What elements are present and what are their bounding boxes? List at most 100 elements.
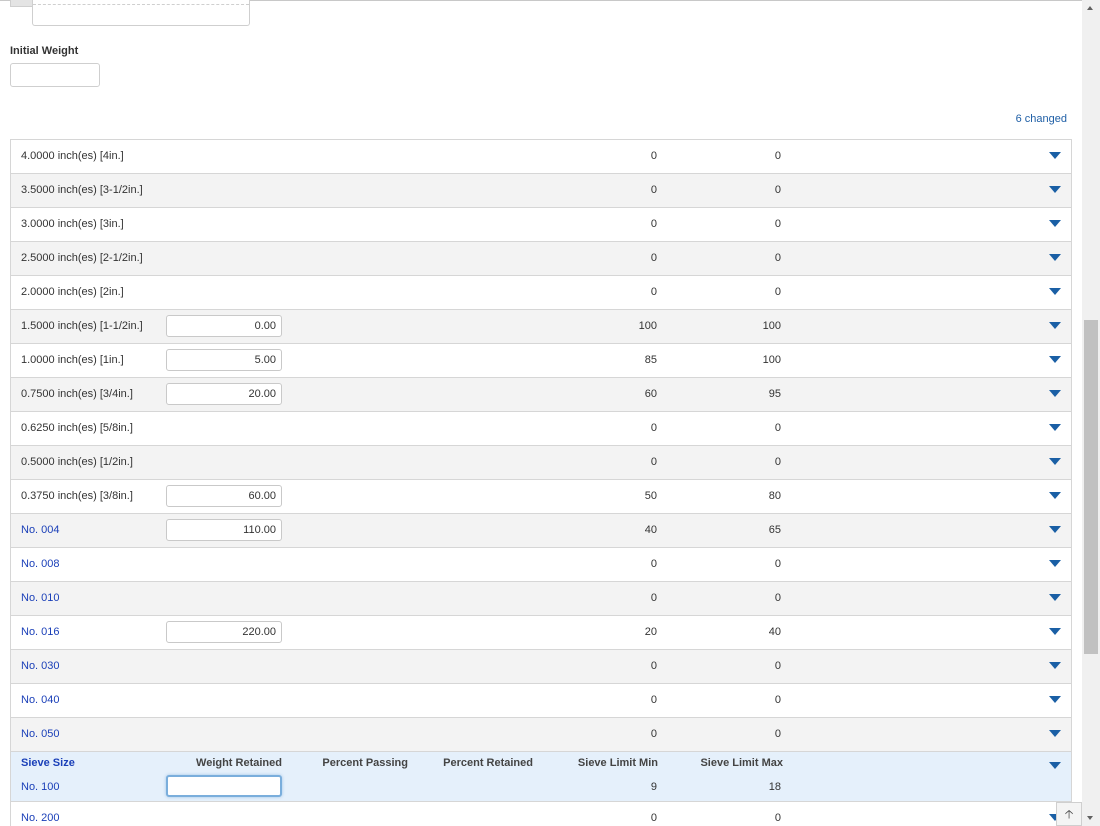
sieve-limit-max: 80: [768, 490, 781, 502]
table-row: 3.0000 inch(es) [3in.] 0 0: [11, 208, 1071, 242]
sieve-limit-max: 0: [774, 218, 781, 230]
caret-down-icon[interactable]: [1049, 762, 1061, 769]
table-row: No. 040 0 0: [11, 684, 1071, 718]
caret-down-icon[interactable]: [1049, 322, 1061, 329]
sieve-limit-max: 0: [774, 660, 781, 672]
header-sieve-size: Sieve Size: [21, 757, 75, 769]
sieve-limit-min: 60: [644, 388, 657, 400]
sieve-limit-min: 0: [650, 252, 657, 264]
caret-down-icon[interactable]: [1049, 288, 1061, 295]
sieve-limit-max: 0: [774, 252, 781, 264]
table-row: 0.3750 inch(es) [3/8in.] 60.00 50 80: [11, 480, 1071, 514]
sieve-size-label[interactable]: No. 050: [21, 728, 60, 740]
previous-field[interactable]: [32, 0, 250, 26]
changed-count: 6 changed: [1015, 113, 1067, 125]
sieve-limit-min: 0: [650, 558, 657, 570]
table-row: No. 050 0 0: [11, 718, 1071, 752]
back-to-top-button[interactable]: 🡡: [1056, 802, 1082, 826]
sieve-limit-min: 0: [650, 728, 657, 740]
sieve-limit-max: 18: [768, 781, 781, 793]
initial-weight-label: Initial Weight: [10, 45, 79, 57]
sieve-size-label[interactable]: No. 100: [21, 781, 60, 793]
scroll-down-arrow-icon[interactable]: [1087, 816, 1093, 820]
sieve-size-label: 0.7500 inch(es) [3/4in.]: [21, 388, 133, 400]
table-row: No. 004 110.00 40 65: [11, 514, 1071, 548]
sieve-limit-max: 0: [774, 694, 781, 706]
caret-down-icon[interactable]: [1049, 492, 1061, 499]
sieve-limit-max: 0: [774, 558, 781, 570]
caret-down-icon[interactable]: [1049, 390, 1061, 397]
sieve-limit-min: 85: [644, 354, 657, 366]
caret-down-icon[interactable]: [1049, 356, 1061, 363]
sieve-size-label[interactable]: No. 200: [21, 812, 60, 824]
sieve-limit-max: 100: [762, 354, 781, 366]
sieve-limit-max: 0: [774, 184, 781, 196]
sieve-limit-min: 50: [644, 490, 657, 502]
sieve-limit-max: 0: [774, 592, 781, 604]
sieve-limit-min: 100: [638, 320, 657, 332]
caret-down-icon[interactable]: [1049, 628, 1061, 635]
sieve-size-label: 0.6250 inch(es) [5/8in.]: [21, 422, 133, 434]
scroll-thumb[interactable]: [1084, 320, 1098, 654]
sieve-limit-min: 40: [644, 524, 657, 536]
sieve-size-label: 2.5000 inch(es) [2-1/2in.]: [21, 252, 143, 264]
caret-down-icon[interactable]: [1049, 254, 1061, 261]
weight-retained-input[interactable]: 60.00: [166, 485, 282, 507]
header-weight-retained: Weight Retained: [196, 757, 282, 769]
initial-weight-input[interactable]: [10, 63, 100, 87]
caret-down-icon[interactable]: [1049, 424, 1061, 431]
sieve-limit-min: 0: [650, 660, 657, 672]
table-row: 1.5000 inch(es) [1-1/2in.] 0.00 100 100: [11, 310, 1071, 344]
table-row: 4.0000 inch(es) [4in.] 0 0: [11, 140, 1071, 174]
table-row: No. 030 0 0: [11, 650, 1071, 684]
weight-retained-input[interactable]: 20.00: [166, 383, 282, 405]
table-row: 0.7500 inch(es) [3/4in.] 20.00 60 95: [11, 378, 1071, 412]
sieve-limit-max: 0: [774, 728, 781, 740]
sieve-size-label[interactable]: No. 040: [21, 694, 60, 706]
sieve-size-label: 1.0000 inch(es) [1in.]: [21, 354, 124, 366]
sieve-limit-min: 20: [644, 626, 657, 638]
table-row: No. 008 0 0: [11, 548, 1071, 582]
sieve-limit-max: 0: [774, 286, 781, 298]
caret-down-icon[interactable]: [1049, 186, 1061, 193]
caret-down-icon[interactable]: [1049, 560, 1061, 567]
sieve-limit-min: 0: [650, 184, 657, 196]
table-row: No. 010 0 0: [11, 582, 1071, 616]
sieve-limit-min: 0: [650, 456, 657, 468]
active-row-header: Sieve Size Weight Retained Percent Passing…: [11, 752, 1071, 802]
sieve-size-label[interactable]: No. 016: [21, 626, 60, 638]
caret-down-icon[interactable]: [1049, 458, 1061, 465]
table-row: 0.6250 inch(es) [5/8in.] 0 0: [11, 412, 1071, 446]
vertical-scrollbar[interactable]: [1082, 0, 1100, 826]
sieve-size-label[interactable]: No. 004: [21, 524, 60, 536]
caret-down-icon[interactable]: [1049, 152, 1061, 159]
scroll-up-arrow-icon[interactable]: [1087, 6, 1093, 10]
table-row: 0.5000 inch(es) [1/2in.] 0 0: [11, 446, 1071, 480]
sieve-limit-max: 0: [774, 422, 781, 434]
caret-down-icon[interactable]: [1049, 696, 1061, 703]
caret-down-icon[interactable]: [1049, 594, 1061, 601]
sieve-limit-max: 40: [768, 626, 781, 638]
sieve-size-label[interactable]: No. 030: [21, 660, 60, 672]
weight-retained-input[interactable]: 0.00: [166, 315, 282, 337]
header-percent-retained: Percent Retained: [443, 757, 533, 769]
sieve-limit-min: 9: [650, 781, 657, 793]
collapsed-tab[interactable]: [10, 0, 34, 7]
table-row: 2.5000 inch(es) [2-1/2in.] 0 0: [11, 242, 1071, 276]
weight-retained-input-focused[interactable]: [166, 775, 282, 797]
sieve-limit-min: 0: [650, 694, 657, 706]
sieve-size-label[interactable]: No. 010: [21, 592, 60, 604]
caret-down-icon[interactable]: [1049, 220, 1061, 227]
header-percent-passing: Percent Passing: [322, 757, 408, 769]
sieve-table: 4.0000 inch(es) [4in.] 0 0 3.5000 inch(es) …: [10, 139, 1072, 826]
sieve-size-label: 0.5000 inch(es) [1/2in.]: [21, 456, 133, 468]
weight-retained-input[interactable]: 110.00: [166, 519, 282, 541]
caret-down-icon[interactable]: [1049, 526, 1061, 533]
weight-retained-input[interactable]: 220.00: [166, 621, 282, 643]
caret-down-icon[interactable]: [1049, 730, 1061, 737]
caret-down-icon[interactable]: [1049, 662, 1061, 669]
sieve-size-label[interactable]: No. 008: [21, 558, 60, 570]
sieve-limit-min: 0: [650, 812, 657, 824]
table-row: No. 016 220.00 20 40: [11, 616, 1071, 650]
weight-retained-input[interactable]: 5.00: [166, 349, 282, 371]
